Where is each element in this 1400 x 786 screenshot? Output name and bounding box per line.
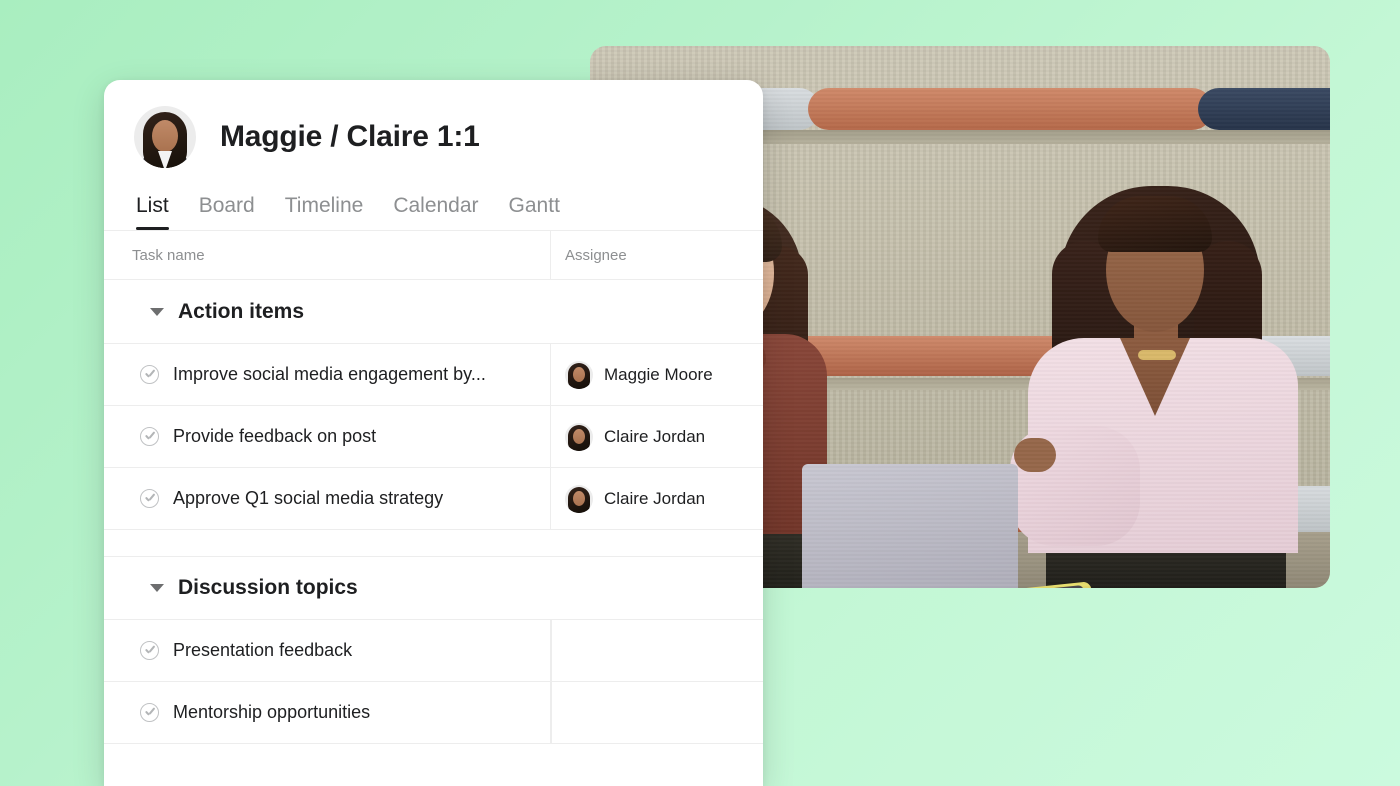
task-cell[interactable]: Presentation feedback [104,620,551,681]
chevron-down-icon[interactable] [150,584,164,592]
task-cell[interactable]: Improve social media engagement by... [104,344,551,405]
task-name: Presentation feedback [173,640,353,660]
tab-list[interactable]: List [136,194,169,230]
table-row[interactable]: Improve social media engagement by... Ma… [104,344,763,406]
avatar-face [152,120,178,152]
page-title: Maggie / Claire 1:1 [220,120,480,153]
tab-gantt[interactable]: Gantt [509,194,560,230]
assignee-cell[interactable]: Claire Jordan [551,406,763,467]
group-header-discussion-topics[interactable]: Discussion topics [104,556,763,620]
assignee-avatar-face [573,366,585,382]
task-name: Approve Q1 social media strategy [173,488,444,508]
complete-task-icon[interactable] [140,641,159,660]
task-cell[interactable]: Provide feedback on post [104,406,551,467]
complete-task-icon[interactable] [140,703,159,722]
table-row[interactable]: Provide feedback on post Claire Jordan [104,406,763,468]
table-row[interactable]: Presentation feedback [104,620,763,682]
assignee-cell[interactable]: Maggie Moore [551,344,763,405]
complete-task-icon[interactable] [140,365,159,384]
task-cell[interactable]: Mentorship opportunities [104,682,551,743]
task-name: Mentorship opportunities [173,702,371,722]
complete-task-icon[interactable] [140,489,159,508]
task-name: Improve social media engagement by... [173,364,486,384]
assignee-avatar-face [573,490,585,506]
avatar [134,106,196,168]
tab-timeline[interactable]: Timeline [285,194,364,230]
complete-task-icon[interactable] [140,427,159,446]
task-cell[interactable]: Approve Q1 social media strategy [104,468,551,529]
assignee-cell-empty[interactable] [551,620,763,681]
chevron-down-icon[interactable] [150,307,164,316]
assignee-avatar [565,422,593,451]
table-row[interactable]: Approve Q1 social media strategy Claire … [104,468,763,530]
card-header: Maggie / Claire 1:1 [104,80,763,168]
column-header-task-name[interactable]: Task name [104,231,551,279]
table-row[interactable]: Mentorship opportunities [104,682,763,744]
column-header-assignee-label: Assignee [565,246,627,264]
group-title: Discussion topics [178,576,358,599]
assignee-name: Maggie Moore [604,364,713,384]
assignee-avatar [565,484,593,513]
view-tabs: List Board Timeline Calendar Gantt [104,168,763,230]
project-card: Maggie / Claire 1:1 List Board Timeline … [104,80,763,786]
tab-board[interactable]: Board [199,194,255,230]
column-header-task-name-label: Task name [132,246,205,264]
column-headers: Task name Assignee [104,230,763,280]
assignee-name: Claire Jordan [604,426,706,446]
group-title: Action items [178,299,305,323]
group-header-action-items[interactable]: Action items [104,280,763,344]
column-header-assignee[interactable]: Assignee [551,231,763,279]
assignee-cell-empty[interactable] [551,682,763,743]
tab-calendar[interactable]: Calendar [393,194,478,230]
task-name: Provide feedback on post [173,426,377,446]
assignee-cell[interactable]: Claire Jordan [551,468,763,529]
assignee-name: Claire Jordan [604,488,706,508]
assignee-avatar [565,360,593,389]
assignee-avatar-face [573,428,585,444]
